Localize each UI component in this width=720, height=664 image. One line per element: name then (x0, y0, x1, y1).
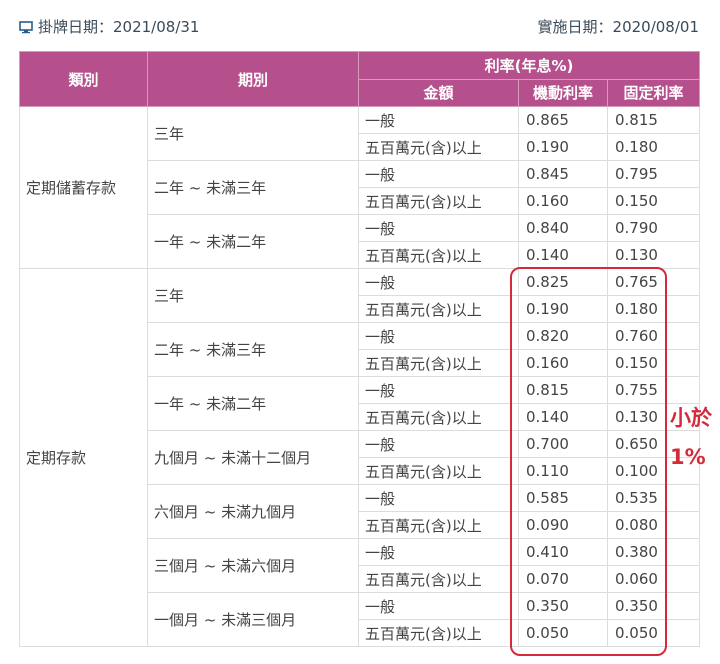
header-category: 類別 (19, 51, 148, 107)
floating-rate-cell: 0.070 (518, 565, 608, 593)
amount-cell: 一般 (358, 160, 519, 188)
fixed-rate-cell: 0.795 (606, 160, 701, 188)
amount-cell: 五百萬元(含)以上 (358, 565, 519, 593)
amount-cell: 五百萬元(含)以上 (358, 349, 519, 377)
term-cell: 三年 (147, 268, 359, 323)
amount-cell: 一般 (358, 106, 519, 134)
amount-cell: 一般 (358, 322, 519, 350)
floating-rate-cell: 0.840 (518, 214, 608, 242)
floating-rate-cell: 0.820 (518, 322, 608, 350)
rate-table-body: 定期儲蓄存款 三年 一般 0.865 0.815 五百萬元(含)以上 0.190 0.180 二… (19, 106, 701, 647)
floating-rate-cell: 0.815 (518, 376, 608, 404)
term-cell: 三個月 ~ 未滿六個月 (147, 538, 359, 593)
fixed-rate-cell: 0.765 (606, 268, 701, 296)
header-rate-group: 利率(年息%) (357, 51, 701, 80)
term-cell: 一年 ~ 未滿二年 (147, 376, 359, 431)
floating-rate-cell: 0.825 (518, 268, 608, 296)
fixed-rate-cell: 0.760 (606, 322, 701, 350)
amount-cell: 一般 (358, 484, 519, 512)
term-cell: 一個月 ~ 未滿三個月 (147, 592, 359, 647)
term-cell: 三年 (147, 106, 359, 161)
fixed-rate-cell: 0.080 (606, 511, 701, 539)
header-amount: 金額 (358, 78, 519, 107)
floating-rate-cell: 0.585 (518, 484, 608, 512)
post-date: 掛牌日期：2021/08/31 (19, 16, 199, 37)
term-cell: 九個月 ~ 未滿十二個月 (147, 430, 359, 485)
term-cell: 二年 ~ 未滿三年 (147, 160, 359, 215)
amount-cell: 五百萬元(含)以上 (358, 457, 519, 485)
header-term: 期別 (147, 51, 359, 107)
amount-cell: 五百萬元(含)以上 (358, 403, 519, 431)
floating-rate-cell: 0.865 (518, 106, 608, 134)
fixed-rate-cell: 0.535 (606, 484, 701, 512)
effective-date: 實施日期：2020/08/01 (537, 18, 699, 36)
fixed-rate-cell: 0.815 (606, 106, 701, 134)
floating-rate-cell: 0.190 (518, 295, 608, 323)
fixed-rate-cell: 0.060 (606, 565, 701, 593)
category-cell: 定期儲蓄存款 (19, 106, 148, 269)
table-row: 定期存款 三年 一般 0.825 0.765 (19, 268, 701, 647)
floating-rate-cell: 0.845 (518, 160, 608, 188)
post-date-label: 掛牌日期：2021/08/31 (38, 18, 200, 36)
annotation-less-than: 小於 (670, 406, 712, 430)
fixed-rate-cell: 0.790 (606, 214, 701, 242)
floating-rate-cell: 0.410 (518, 538, 608, 566)
fixed-rate-cell: 0.180 (606, 133, 701, 161)
floating-rate-cell: 0.140 (518, 241, 608, 269)
amount-cell: 五百萬元(含)以上 (358, 187, 519, 215)
amount-cell: 一般 (358, 592, 519, 620)
amount-cell: 一般 (358, 538, 519, 566)
fixed-rate-cell: 0.050 (606, 619, 701, 647)
fixed-rate-cell: 0.150 (606, 349, 701, 377)
annotation-one-percent: 1% (670, 445, 706, 469)
monitor-icon (19, 20, 33, 34)
amount-cell: 五百萬元(含)以上 (358, 241, 519, 269)
amount-cell: 一般 (358, 268, 519, 296)
table-row: 定期儲蓄存款 三年 一般 0.865 0.815 (19, 106, 701, 269)
fixed-rate-cell: 0.180 (606, 295, 701, 323)
header-floating-rate: 機動利率 (518, 78, 608, 107)
fixed-rate-cell: 0.150 (606, 187, 701, 215)
term-cell: 二年 ~ 未滿三年 (147, 322, 359, 377)
floating-rate-cell: 0.050 (518, 619, 608, 647)
header-fixed-rate: 固定利率 (606, 78, 701, 107)
fixed-rate-cell: 0.755 (606, 376, 701, 404)
floating-rate-cell: 0.110 (518, 457, 608, 485)
amount-cell: 一般 (358, 214, 519, 242)
floating-rate-cell: 0.190 (518, 133, 608, 161)
term-cell: 一年 ~ 未滿二年 (147, 214, 359, 269)
rate-info-header: 掛牌日期：2021/08/31 實施日期：2020/08/01 (0, 0, 720, 52)
floating-rate-cell: 0.140 (518, 403, 608, 431)
fixed-rate-cell: 0.130 (606, 241, 701, 269)
floating-rate-cell: 0.160 (518, 187, 608, 215)
amount-cell: 一般 (358, 430, 519, 458)
floating-rate-cell: 0.090 (518, 511, 608, 539)
floating-rate-cell: 0.700 (518, 430, 608, 458)
amount-cell: 五百萬元(含)以上 (358, 619, 519, 647)
floating-rate-cell: 0.350 (518, 592, 608, 620)
term-cell: 六個月 ~ 未滿九個月 (147, 484, 359, 539)
amount-cell: 五百萬元(含)以上 (358, 295, 519, 323)
category-cell: 定期存款 (19, 268, 148, 647)
interest-rate-table: 類別 期別 利率(年息%) 金額 機動利率 固定利率 定期儲蓄存款 三年 一般 0.8… (19, 51, 701, 647)
amount-cell: 五百萬元(含)以上 (358, 133, 519, 161)
floating-rate-cell: 0.160 (518, 349, 608, 377)
fixed-rate-cell: 0.350 (606, 592, 701, 620)
amount-cell: 五百萬元(含)以上 (358, 511, 519, 539)
amount-cell: 一般 (358, 376, 519, 404)
fixed-rate-cell: 0.380 (606, 538, 701, 566)
